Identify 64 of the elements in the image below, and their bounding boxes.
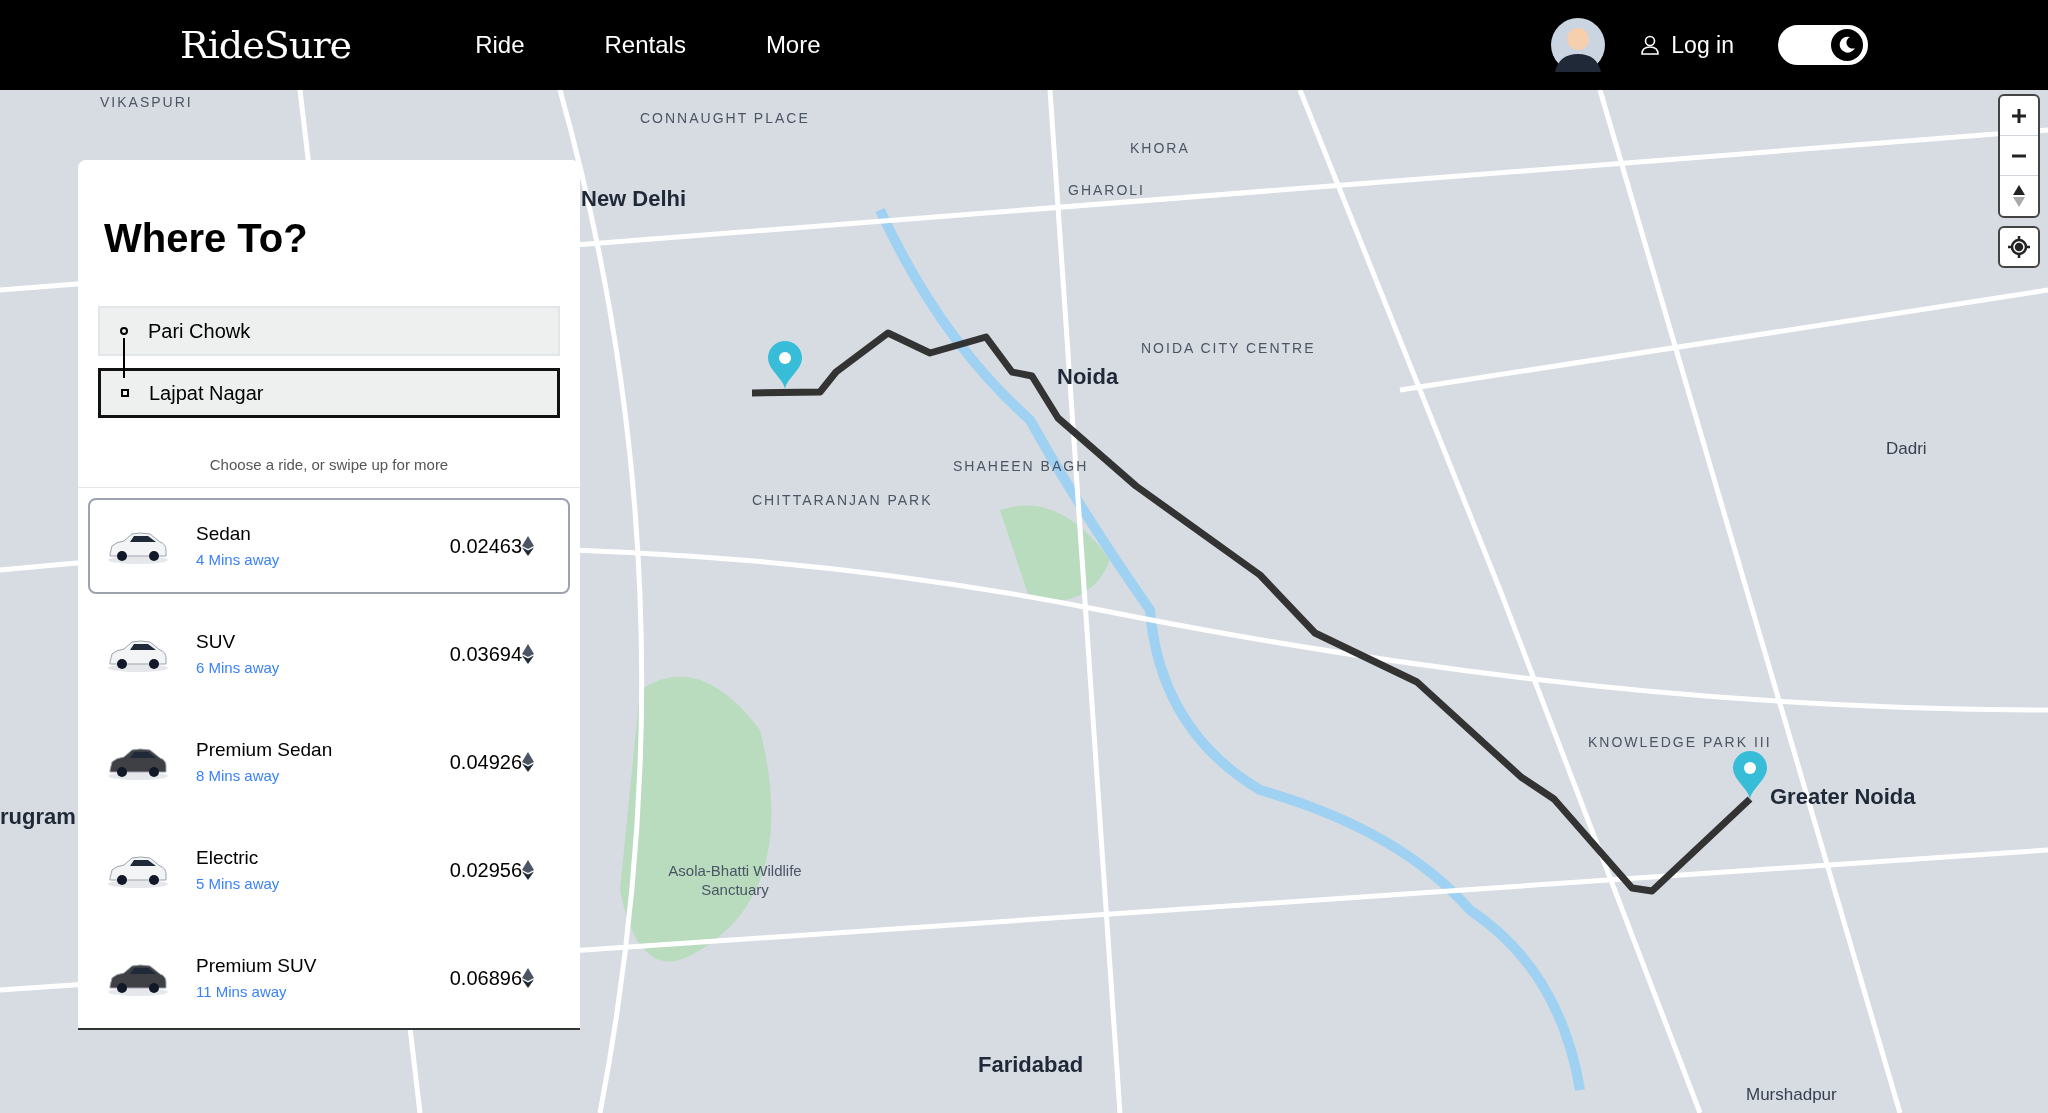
ride-option[interactable]: Sedan 4 Mins away 0.02463 [88, 497, 570, 594]
ethereum-icon [522, 535, 534, 556]
location-field[interactable]: Pari Chowk [98, 306, 560, 356]
ride-price: 0.03694 [449, 641, 522, 667]
ride-price: 0.02956 [449, 857, 522, 883]
ride-option[interactable]: Premium SUV 11 Mins away 0.06896 [88, 929, 570, 1026]
ride-option[interactable]: SUV 6 Mins away 0.03694 [88, 605, 570, 702]
nav-link[interactable]: Ride [475, 27, 525, 63]
ride-price: 0.02463 [449, 533, 522, 559]
locate-icon [2007, 235, 2031, 259]
panel-title: Where To? [103, 215, 309, 262]
ride-option[interactable]: Premium Sedan 8 Mins away 0.04926 [88, 713, 570, 810]
ride-option[interactable]: Electric 5 Mins away 0.02956 [88, 821, 570, 918]
location-pin-icon [1731, 750, 1769, 800]
map-place-label: KNOWLEDGE PARK III [1588, 733, 1772, 752]
ride-name: SUV [196, 630, 237, 654]
moon-icon [1837, 35, 1857, 55]
map-place-label: Faridabad [978, 1051, 1084, 1079]
ride-hint: Choose a ride, or swipe up for more [78, 454, 580, 488]
ethereum-icon [522, 643, 534, 664]
logo[interactable]: RideSure [180, 16, 352, 74]
avatar-icon[interactable] [1551, 18, 1606, 72]
ride-name: Premium SUV [196, 954, 317, 978]
ride-price: 0.06896 [449, 965, 522, 991]
ride-name: Sedan [196, 522, 252, 546]
map-place-label: Murshadpur [1746, 1084, 1837, 1106]
map-place-label: rugram [0, 803, 76, 831]
map-place-label: KHORA [1130, 139, 1190, 158]
ride-name: Electric [196, 846, 260, 870]
locate-button[interactable] [1998, 226, 2040, 268]
dark-mode-toggle[interactable] [1778, 25, 1868, 65]
map-place-label: CONNAUGHT PLACE [640, 109, 810, 128]
ride-eta: 4 Mins away [196, 549, 280, 570]
ride-eta: 6 Mins away [196, 657, 280, 678]
user-icon [1641, 35, 1660, 55]
map-place-label: GHAROLI [1068, 181, 1145, 200]
ride-name: Premium Sedan [196, 738, 333, 762]
map-place-label: SHAHEEN BAGH [953, 457, 1089, 476]
map-place-label: Noida [1057, 363, 1119, 391]
ethereum-icon [522, 967, 534, 988]
ride-eta: 11 Mins away [196, 981, 288, 1002]
map-place-label: Dadri [1886, 438, 1927, 460]
nav-link[interactable]: More [765, 27, 821, 63]
map-place-label: CHITTARANJAN PARK [752, 491, 933, 510]
minus-icon [2011, 153, 2027, 158]
ride-eta: 5 Mins away [196, 873, 280, 894]
nav-link[interactable]: Rentals [604, 27, 686, 63]
ethereum-icon [522, 751, 534, 772]
map-place-label: Asola-Bhatti Wildlife Sanctuary [667, 862, 803, 900]
ride-eta: 8 Mins away [196, 765, 281, 786]
location-text: Lajpat Nagar [149, 381, 264, 406]
dropoff-square-icon [121, 389, 129, 397]
map-place-label: Greater Noida [1770, 783, 1916, 811]
location-field[interactable]: Lajpat Nagar [98, 368, 560, 418]
compass-icon [2013, 185, 2025, 207]
ride-price: 0.04926 [449, 749, 522, 775]
ethereum-icon [522, 859, 534, 880]
location-pin-icon [766, 340, 804, 390]
map-place-label: New Delhi [581, 185, 687, 213]
plus-icon [2011, 107, 2027, 124]
login-button[interactable]: Log in [1641, 27, 1734, 63]
location-text: Pari Chowk [148, 319, 251, 344]
map-place-label: NOIDA CITY CENTRE [1141, 339, 1316, 358]
map-place-label: VIKASPURI [100, 93, 193, 112]
